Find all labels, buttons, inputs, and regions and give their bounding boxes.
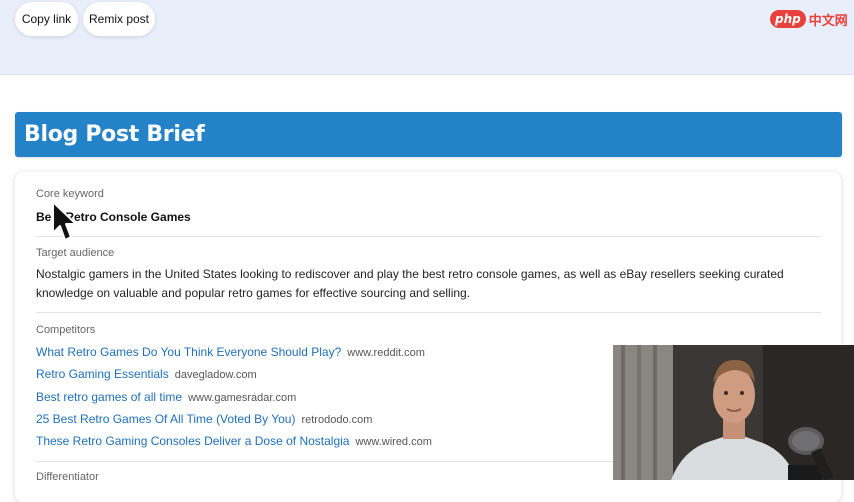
divider: [36, 312, 821, 313]
target-audience-value: Nostalgic gamers in the United States lo…: [36, 267, 784, 300]
divider: [36, 236, 821, 237]
presenter-video-frame: [613, 345, 854, 480]
watermark-logo: php 中文网: [770, 6, 848, 32]
watermark-badge: php: [770, 10, 806, 28]
competitor-domain: www.wired.com: [355, 436, 432, 448]
competitor-item: These Retro Gaming Consoles Deliver a Do…: [36, 434, 432, 448]
brief-header: Blog Post Brief: [15, 112, 842, 157]
copy-link-button[interactable]: Copy link: [15, 2, 78, 36]
competitor-item: Retro Gaming Essentials davegladow.com: [36, 367, 257, 381]
remix-post-button[interactable]: Remix post: [83, 2, 155, 36]
differentiator-label: Differentiator: [36, 471, 99, 483]
competitor-link[interactable]: 25 Best Retro Games Of All Time (Voted B…: [36, 412, 295, 426]
competitor-domain: www.gamesradar.com: [188, 392, 297, 404]
competitor-link[interactable]: What Retro Games Do You Think Everyone S…: [36, 345, 341, 359]
competitor-domain: davegladow.com: [174, 369, 257, 381]
core-keyword-label: Core keyword: [36, 188, 104, 200]
competitor-item: What Retro Games Do You Think Everyone S…: [36, 345, 425, 359]
competitor-item: Best retro games of all time www.gamesrad…: [36, 390, 296, 404]
target-audience-label: Target audience: [36, 247, 115, 259]
competitor-item: 25 Best Retro Games Of All Time (Voted B…: [36, 412, 372, 426]
webcam-overlay: [613, 345, 854, 480]
competitor-link[interactable]: These Retro Gaming Consoles Deliver a Do…: [36, 434, 349, 448]
watermark-text: 中文网: [808, 13, 848, 29]
competitors-label: Competitors: [36, 324, 96, 336]
competitor-link[interactable]: Best retro games of all time: [36, 390, 182, 404]
competitor-domain: retrododo.com: [301, 414, 373, 426]
page-title: Blog Post Brief: [24, 122, 205, 147]
competitor-link[interactable]: Retro Gaming Essentials: [36, 367, 169, 381]
mouse-cursor-icon: [52, 201, 77, 241]
top-toolbar-band: Copy link Remix post php 中文网: [0, 0, 854, 75]
competitor-domain: www.reddit.com: [347, 347, 425, 359]
